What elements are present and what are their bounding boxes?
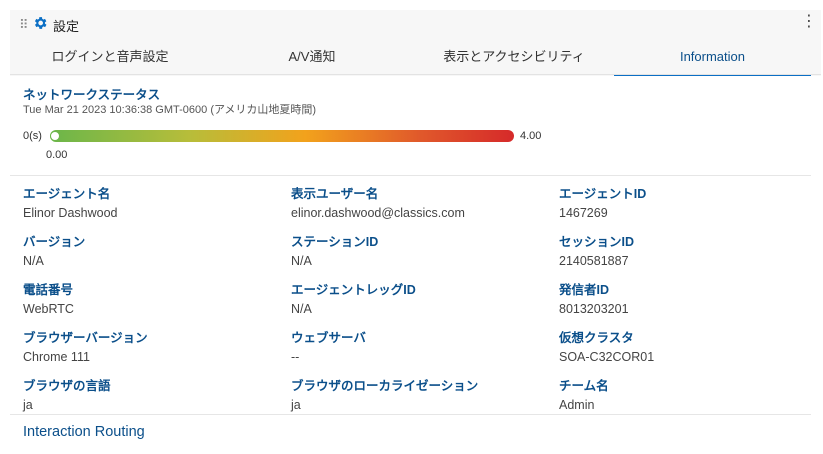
tab-login-audio[interactable]: ログインと音声設定 <box>10 46 210 76</box>
field-value: 8013203201 <box>559 302 629 316</box>
field-agent-id: エージェントID 1467269 <box>559 183 646 220</box>
field-label: ブラウザの言語 <box>23 379 111 393</box>
network-latency-indicator <box>50 131 60 141</box>
field-label: ステーションID <box>291 235 379 249</box>
bar-min-label: 0(s) <box>23 130 42 142</box>
field-team-name: チーム名 Admin <box>559 375 609 412</box>
field-web-server: ウェブサーバ -- <box>291 327 366 364</box>
bar-max-label: 4.00 <box>520 130 542 142</box>
field-agent-leg-id: エージェントレッグID N/A <box>291 279 416 316</box>
field-caller-id: 発信者ID 8013203201 <box>559 279 629 316</box>
more-vertical-icon[interactable]: ⋮ <box>801 14 817 30</box>
field-browser-version: ブラウザーバージョン Chrome 111 <box>23 327 148 364</box>
field-value: Chrome 111 <box>23 350 90 364</box>
field-value: 2140581887 <box>559 254 629 268</box>
field-display-username: 表示ユーザー名 elinor.dashwood@classics.com <box>291 183 465 220</box>
field-value: N/A <box>291 254 312 268</box>
field-value: 1467269 <box>559 206 608 220</box>
field-value: ja <box>291 398 301 412</box>
tab-bar: ログインと音声設定 A/V通知 表示とアクセシビリティ Information <box>10 46 811 76</box>
field-session-id: セッションID 2140581887 <box>559 231 634 268</box>
field-label: エージェント名 <box>23 187 111 201</box>
section-divider <box>10 175 811 176</box>
field-virtual-cluster: 仮想クラスタ SOA-C32COR01 <box>559 327 654 364</box>
field-value: SOA-C32COR01 <box>559 350 655 364</box>
field-label: ブラウザーバージョン <box>23 331 148 345</box>
field-version: バージョン N/A <box>23 231 85 268</box>
field-label: チーム名 <box>559 379 609 393</box>
gear-icon <box>34 17 47 29</box>
field-label: 表示ユーザー名 <box>291 187 379 201</box>
field-value: elinor.dashwood@classics.com <box>291 206 465 220</box>
interaction-routing-title: Interaction Routing <box>23 424 145 440</box>
drag-handle-icon[interactable]: ⠿ <box>19 17 28 33</box>
field-value: N/A <box>291 302 312 316</box>
bar-current-value: 0.00 <box>46 149 68 161</box>
field-browser-language: ブラウザの言語 ja <box>23 375 111 412</box>
tab-divider <box>10 74 821 75</box>
field-label: エージェントID <box>559 187 647 201</box>
tab-av-notifications[interactable]: A/V通知 <box>210 46 414 76</box>
field-agent-name: エージェント名 Elinor Dashwood <box>23 183 118 220</box>
field-label: セッションID <box>559 235 635 249</box>
field-browser-localization: ブラウザのローカライゼーション ja <box>291 375 478 412</box>
field-label: 電話番号 <box>23 283 74 297</box>
field-station-id: ステーションID N/A <box>291 231 378 268</box>
field-label: 仮想クラスタ <box>559 331 634 345</box>
field-value: N/A <box>23 254 44 268</box>
network-timestamp: Tue Mar 21 2023 10:36:38 GMT-0600 (アメリカ山… <box>23 104 317 116</box>
field-value: -- <box>291 350 300 364</box>
field-label: エージェントレッグID <box>291 283 416 297</box>
field-value: WebRTC <box>23 302 74 316</box>
field-label: バージョン <box>23 235 86 249</box>
field-value: Admin <box>559 398 595 412</box>
network-latency-bar <box>50 130 514 142</box>
field-value: ja <box>23 398 33 412</box>
field-value: Elinor Dashwood <box>23 206 118 220</box>
settings-title: 設定 <box>53 19 80 34</box>
settings-header: ⠿ 設定 ⋮ ログインと音声設定 A/V通知 表示とアクセシビリティ Infor… <box>10 10 821 76</box>
field-label: ウェブサーバ <box>291 331 366 345</box>
section-divider <box>10 414 811 415</box>
tab-information[interactable]: Information <box>614 46 811 76</box>
field-label: ブラウザのローカライゼーション <box>291 379 479 393</box>
field-label: 発信者ID <box>559 283 610 297</box>
field-phone-number: 電話番号 WebRTC <box>23 279 74 316</box>
tab-display-accessibility[interactable]: 表示とアクセシビリティ <box>414 46 614 76</box>
